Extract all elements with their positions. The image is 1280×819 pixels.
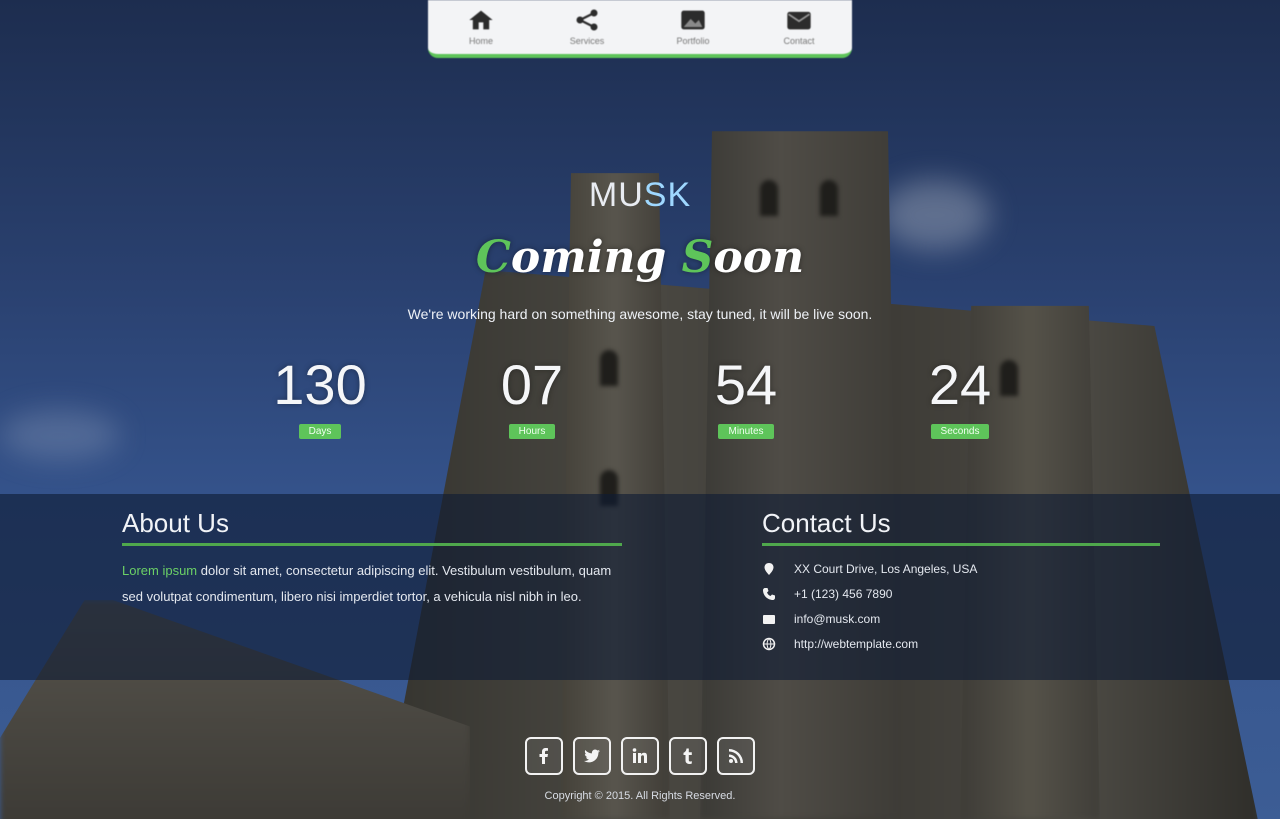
contact-panel: Contact Us XX Court Drive, Los Angeles, … xyxy=(762,508,1160,656)
linkedin-button[interactable] xyxy=(621,737,659,775)
cathedral-tower-main xyxy=(700,131,900,819)
countdown-value: 24 xyxy=(928,353,992,416)
contact-item-website: http://webtemplate.com xyxy=(762,631,1160,656)
logo-main: MU xyxy=(588,176,644,214)
headline-initial-c: C xyxy=(475,232,511,283)
rss-icon xyxy=(729,749,743,763)
contact-email[interactable]: info@musk.com xyxy=(794,612,880,626)
logo-accent: SK xyxy=(643,176,692,214)
top-menu: Home Services Portfolio Contact xyxy=(428,0,852,58)
twitter-icon xyxy=(583,749,600,763)
mail-icon xyxy=(787,11,811,30)
about-highlight: Lorem ipsum xyxy=(122,563,198,578)
share-icon xyxy=(576,9,598,31)
nav-label: Contact xyxy=(783,36,815,46)
facebook-button[interactable] xyxy=(525,737,563,775)
facebook-icon xyxy=(539,748,548,764)
countdown-label: Hours xyxy=(508,424,556,439)
contact-phone[interactable]: +1 (123) 456 7890 xyxy=(794,587,892,601)
linkedin-icon xyxy=(632,748,647,763)
location-icon xyxy=(764,562,774,575)
twitter-button[interactable] xyxy=(573,737,611,775)
headline-word-2: oon xyxy=(713,232,805,283)
contact-title: Contact Us xyxy=(762,508,1160,546)
mail-icon xyxy=(763,614,775,624)
contact-item-phone: +1 (123) 456 7890 xyxy=(762,581,1160,606)
countdown-days: 130 Days xyxy=(250,352,390,439)
info-section: About Us Lorem ipsum dolor sit amet, con… xyxy=(0,494,1280,680)
countdown-value: 130 xyxy=(273,353,367,416)
image-icon xyxy=(681,10,705,30)
tumblr-icon xyxy=(683,748,692,764)
social-links xyxy=(0,737,1280,775)
about-title: About Us xyxy=(122,508,622,546)
countdown-hours: 07 Hours xyxy=(462,352,602,439)
rss-button[interactable] xyxy=(717,737,755,775)
about-text: Lorem ipsum dolor sit amet, consectetur … xyxy=(122,558,622,610)
nav-item-portfolio[interactable]: Portfolio xyxy=(653,8,733,46)
countdown-label: Days xyxy=(298,424,342,439)
countdown-minutes: 54 Minutes xyxy=(676,352,816,439)
countdown-timer: 130 Days 07 Hours 54 Minutes 24 Seconds xyxy=(0,352,1280,452)
home-icon xyxy=(469,10,493,30)
nav-label: Portfolio xyxy=(676,36,710,46)
globe-icon xyxy=(762,637,776,650)
phone-icon xyxy=(763,587,775,600)
countdown-value: 54 xyxy=(714,353,778,416)
nav-item-home[interactable]: Home xyxy=(441,8,521,46)
tumblr-button[interactable] xyxy=(669,737,707,775)
nav-item-contact[interactable]: Contact xyxy=(759,8,839,46)
countdown-label: Minutes xyxy=(718,424,774,439)
contact-list: XX Court Drive, Los Angeles, USA +1 (123… xyxy=(762,556,1160,656)
site-logo[interactable]: MUSK xyxy=(0,176,1280,215)
contact-address: XX Court Drive, Los Angeles, USA xyxy=(794,561,978,576)
countdown-label: Seconds xyxy=(930,424,990,439)
countdown-seconds: 24 Seconds xyxy=(890,352,1030,439)
contact-item-address: XX Court Drive, Los Angeles, USA xyxy=(762,556,1160,581)
page-headline: Coming Soon xyxy=(0,232,1280,283)
copyright: Copyright © 2015. All Rights Reserved. xyxy=(544,790,736,802)
about-panel: About Us Lorem ipsum dolor sit amet, con… xyxy=(122,508,622,610)
nav-item-services[interactable]: Services xyxy=(547,8,627,46)
tagline: We're working hard on something awesome,… xyxy=(407,306,873,322)
contact-item-email: info@musk.com xyxy=(762,606,1160,631)
countdown-value: 07 xyxy=(500,353,564,416)
headline-initial-s: S xyxy=(681,232,714,283)
headline-word-1: oming xyxy=(510,232,682,283)
contact-website[interactable]: http://webtemplate.com xyxy=(794,637,918,651)
nav-label: Services xyxy=(569,36,605,46)
nav-label: Home xyxy=(468,36,493,46)
